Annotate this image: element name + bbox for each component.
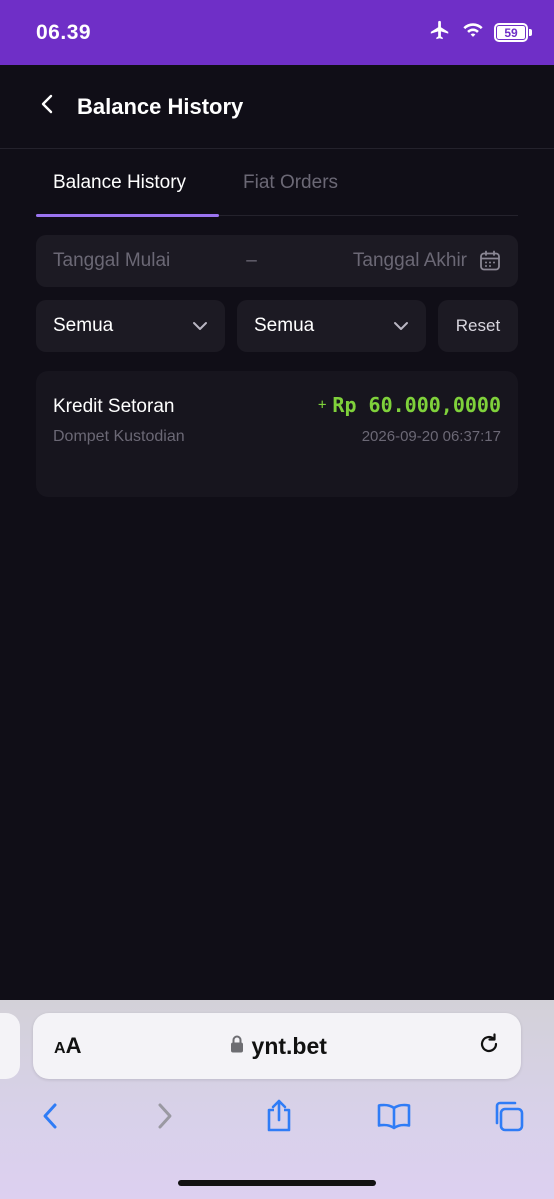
record-sub-row: Dompet Kustodian 2026-09-20 06:37:17 <box>53 428 501 446</box>
chevron-down-icon <box>192 315 208 337</box>
record-amount: Rp 60.000,0000 <box>332 393 501 417</box>
back-chevron-icon <box>40 93 54 120</box>
browser-toolbar <box>0 1096 554 1140</box>
address-bar[interactable]: AA ynt.bet <box>33 1013 521 1079</box>
bookmarks-button[interactable] <box>372 1096 416 1140</box>
date-separator: – <box>246 250 257 271</box>
url-text: ynt.bet <box>251 1032 327 1059</box>
forward-arrow-icon <box>156 1102 174 1135</box>
record-title: Kredit Setoran <box>53 396 175 417</box>
home-indicator <box>178 1180 376 1186</box>
previous-tab-preview[interactable] <box>0 1013 20 1079</box>
page-header: Balance History <box>0 65 554 149</box>
tab-label: Balance History <box>53 172 187 193</box>
share-button[interactable] <box>257 1096 301 1140</box>
battery-level: 59 <box>497 26 525 40</box>
status-time: 06.39 <box>36 20 92 44</box>
record-sign: + <box>317 397 327 413</box>
airplane-icon <box>428 19 452 46</box>
tab-label: Fiat Orders <box>243 172 339 193</box>
browser-bar: AA ynt.bet <box>0 1000 554 1199</box>
type-select[interactable]: Semua <box>36 300 225 352</box>
status-select[interactable]: Semua <box>237 300 426 352</box>
filter-row: Semua Semua Reset <box>36 300 518 352</box>
reload-icon <box>477 1032 501 1061</box>
lock-icon <box>230 1035 244 1058</box>
reload-button[interactable] <box>475 1032 503 1060</box>
chevron-down-icon <box>393 315 409 337</box>
tab-bar: Balance History Fiat Orders <box>36 150 518 217</box>
tabs-button[interactable] <box>486 1096 530 1140</box>
share-icon <box>264 1099 294 1138</box>
battery-icon: 59 <box>494 23 532 42</box>
page-title: Balance History <box>77 93 244 119</box>
balance-record-card[interactable]: Kredit Setoran + Rp 60.000,0000 Dompet Ku… <box>36 371 518 497</box>
reset-button[interactable]: Reset <box>438 300 518 352</box>
url-display[interactable]: ynt.bet <box>230 1033 327 1060</box>
date-range-picker[interactable]: Tanggal Mulai – Tanggal Akhir <box>36 235 518 287</box>
browser-forward-button[interactable] <box>143 1096 187 1140</box>
calendar-icon[interactable] <box>479 250 501 272</box>
tab-fiat-orders[interactable]: Fiat Orders <box>219 150 338 216</box>
back-button[interactable] <box>22 82 72 132</box>
status-icons: 59 <box>428 19 532 46</box>
back-arrow-icon <box>41 1102 59 1135</box>
browser-back-button[interactable] <box>28 1096 72 1140</box>
wifi-icon <box>462 21 484 44</box>
tabs-icon <box>491 1099 525 1138</box>
record-timestamp: 2026-09-20 06:37:17 <box>361 428 501 445</box>
select-value: Semua <box>53 315 114 336</box>
tab-balance-history[interactable]: Balance History <box>36 150 219 217</box>
record-amount-group: + Rp 60.000,0000 <box>318 393 501 417</box>
select-value: Semua <box>254 315 315 336</box>
record-subtitle: Dompet Kustodian <box>53 428 185 445</box>
reader-options-button[interactable]: AA <box>54 1033 81 1059</box>
record-main-row: Kredit Setoran + Rp 60.000,0000 <box>53 393 501 418</box>
status-bar: 06.39 59 <box>0 0 554 65</box>
bookmarks-icon <box>376 1102 412 1135</box>
end-date-field[interactable]: Tanggal Akhir <box>353 250 467 272</box>
start-date-field[interactable]: Tanggal Mulai <box>53 250 170 272</box>
